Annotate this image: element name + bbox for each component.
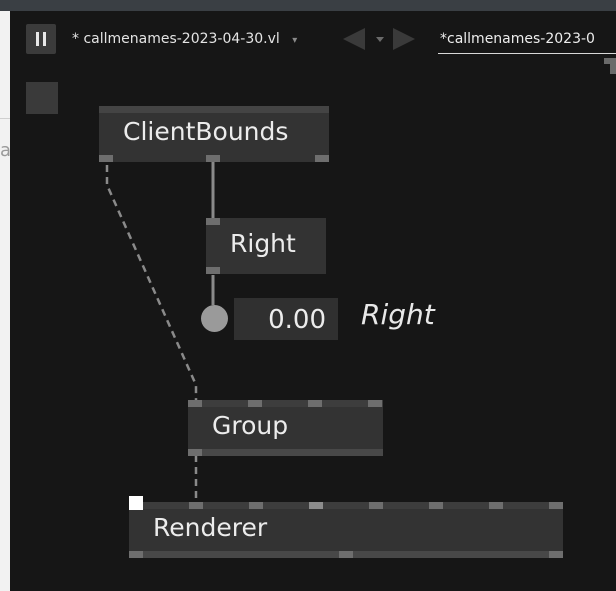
node-renderer[interactable]: Renderer — [129, 502, 563, 558]
node-label: ClientBounds — [123, 117, 289, 146]
input-pin[interactable] — [249, 502, 263, 509]
output-pin[interactable] — [206, 267, 220, 274]
input-pin[interactable] — [309, 502, 323, 509]
output-pin[interactable] — [339, 551, 353, 558]
input-pin[interactable] — [429, 502, 443, 509]
input-pin[interactable] — [248, 400, 262, 407]
input-pin[interactable] — [489, 502, 503, 509]
node-label: Renderer — [153, 513, 268, 542]
input-pin[interactable] — [206, 218, 220, 225]
input-pin[interactable] — [308, 400, 322, 407]
output-pin[interactable] — [315, 155, 329, 162]
iobox-value: 0.00 — [268, 305, 326, 335]
iobox-value-field[interactable]: 0.00 — [234, 298, 338, 340]
input-pin[interactable] — [188, 400, 202, 407]
output-pin[interactable] — [188, 449, 202, 456]
output-pin[interactable] — [99, 155, 113, 162]
selection-handle[interactable] — [129, 496, 143, 510]
input-pin[interactable] — [368, 400, 382, 407]
output-pin[interactable] — [129, 551, 143, 558]
input-pin[interactable] — [549, 502, 563, 509]
node-clientbounds[interactable]: ClientBounds — [99, 106, 329, 162]
input-pin[interactable] — [369, 502, 383, 509]
input-pin[interactable] — [189, 502, 203, 509]
link-clientbounds-group — [105, 165, 198, 403]
output-pin[interactable] — [206, 155, 220, 162]
output-pin[interactable] — [549, 551, 563, 558]
iobox-label: Right — [361, 298, 435, 331]
node-label: Right — [230, 229, 296, 258]
node-right[interactable]: Right — [206, 218, 326, 274]
iobox-pin-dot[interactable] — [201, 305, 228, 332]
node-group[interactable]: Group — [188, 400, 383, 456]
node-label: Group — [212, 411, 289, 440]
